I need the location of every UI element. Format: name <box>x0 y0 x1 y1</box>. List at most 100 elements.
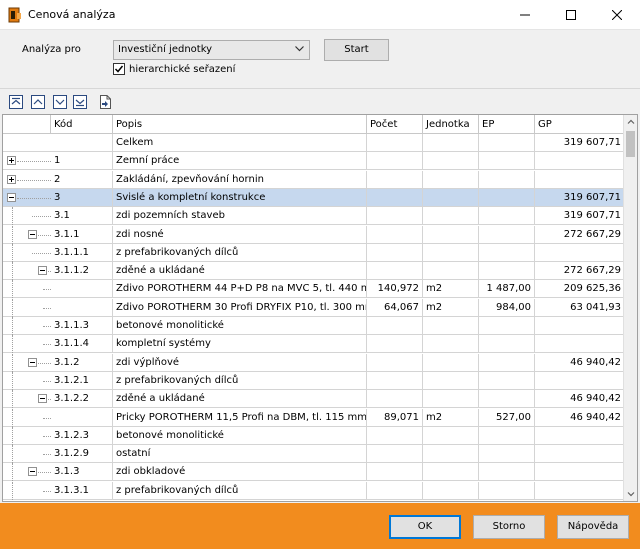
table-row[interactable]: 3.1.2.3 betonové monolitické <box>3 426 625 445</box>
table-row[interactable]: 3.1.2.9 ostatní <box>3 445 625 464</box>
close-button[interactable] <box>594 0 640 30</box>
table-row[interactable]: Pricky POROTHERM 11,5 Profi na DBM, tl. … <box>3 408 625 427</box>
cell-gp <box>535 243 625 262</box>
header-jednotka[interactable]: Jednotka <box>423 115 479 134</box>
header-ep[interactable]: EP <box>479 115 535 134</box>
cell-popis: Svislé a kompletní konstrukce <box>113 188 367 207</box>
maximize-button[interactable] <box>548 0 594 30</box>
collapse-icon[interactable] <box>7 192 16 202</box>
move-first-icon[interactable] <box>8 94 24 110</box>
minimize-button[interactable] <box>502 0 548 30</box>
cell-popis: zdi pozemních staveb <box>113 207 367 226</box>
export-icon[interactable] <box>97 94 113 110</box>
cell-ep <box>479 481 535 500</box>
tree-cell <box>3 171 51 189</box>
vertical-scrollbar[interactable] <box>623 115 637 501</box>
table-row[interactable]: 3.1.3 zdi obkladové <box>3 463 625 482</box>
tree-connector <box>43 490 51 492</box>
cell-pocet <box>367 353 423 372</box>
cell-ep <box>479 463 535 482</box>
collapse-icon[interactable] <box>28 467 37 477</box>
expand-icon[interactable] <box>7 156 16 166</box>
analysis-select[interactable]: Investiční jednotky <box>113 40 310 60</box>
cell-popis: Zdivo POROTHERM 44 P+D P8 na MVC 5, tl. … <box>113 280 367 299</box>
tree-cell <box>3 262 51 281</box>
table-row[interactable]: 3.1 zdi pozemních staveb 319 607,71 <box>3 207 625 226</box>
cell-jednotka <box>423 445 479 464</box>
tree-cell <box>3 207 51 226</box>
collapse-icon[interactable] <box>28 357 37 367</box>
cell-jednotka <box>423 225 479 244</box>
cell-popis: kompletní systémy <box>113 335 367 354</box>
table-row[interactable]: 3.1.3.1 z prefabrikovaných dílců <box>3 481 625 500</box>
tree-connector <box>12 426 13 445</box>
table-row[interactable]: 2 Zakládání, zpevňování hornin <box>3 170 625 189</box>
expand-icon[interactable] <box>7 174 16 184</box>
analysis-grid[interactable]: Kód Popis Počet Jednotka EP GP Celkem 319… <box>2 114 638 502</box>
collapse-icon[interactable] <box>38 394 47 404</box>
table-row[interactable]: Zdivo POROTHERM 30 Profi DRYFIX P10, tl.… <box>3 298 625 317</box>
cell-gp <box>535 445 625 464</box>
table-row[interactable]: 3.1.1.3 betonové monolitické <box>3 317 625 335</box>
chevron-down-icon <box>295 46 304 52</box>
move-up-icon[interactable] <box>30 94 46 110</box>
cell-popis: Zemní práce <box>113 152 367 171</box>
cell-popis: zděné a ukládané <box>113 390 367 409</box>
tree-connector <box>12 317 13 335</box>
table-row[interactable]: 3.1.1 zdi nosné 272 667,29 <box>3 225 625 244</box>
cell-gp <box>535 463 625 482</box>
move-down-icon[interactable] <box>52 94 68 110</box>
tree-cell <box>3 371 51 390</box>
table-row[interactable]: Zdivo POROTHERM 44 P+D P8 na MVC 5, tl. … <box>3 280 625 299</box>
maximize-icon <box>566 10 576 20</box>
hierarchical-checkbox[interactable] <box>113 63 125 75</box>
ok-button[interactable]: OK <box>389 515 461 539</box>
cell-code: 1 <box>51 152 113 171</box>
table-row[interactable]: 3.1.1.4 kompletní systémy <box>3 335 625 354</box>
collapse-icon[interactable] <box>28 229 37 239</box>
table-row[interactable]: 3 Svislé a kompletní konstrukce 319 607,71 <box>3 188 625 207</box>
tree-connector <box>12 390 13 409</box>
header-gp[interactable]: GP <box>535 115 625 134</box>
header-kod[interactable]: Kód <box>51 115 113 134</box>
header-pocet[interactable]: Počet <box>367 115 423 134</box>
table-row[interactable]: 1 Zemní práce <box>3 152 625 171</box>
cell-jednotka: m2 <box>423 408 479 427</box>
cell-jednotka <box>423 243 479 262</box>
cell-code: 3.1.2.3 <box>51 426 113 445</box>
header-popis[interactable]: Popis <box>113 115 367 134</box>
cancel-button[interactable]: Storno <box>473 515 545 539</box>
cell-gp: 46 940,42 <box>535 390 625 409</box>
table-row[interactable]: 3.1.2.2 zděné a ukládané 46 940,42 <box>3 390 625 409</box>
help-button[interactable]: Nápověda <box>557 515 629 539</box>
cell-gp: 319 607,71 <box>535 207 625 226</box>
table-row[interactable]: Celkem 319 607,71 <box>3 134 625 152</box>
tree-cell <box>3 463 51 482</box>
tree-cell <box>3 280 51 299</box>
cell-pocet <box>367 188 423 207</box>
table-row[interactable]: 3.1.1.1 z prefabrikovaných dílců <box>3 243 625 262</box>
cell-jednotka: m2 <box>423 280 479 299</box>
cell-code <box>51 134 113 152</box>
tree-cell <box>3 298 51 317</box>
move-last-icon[interactable] <box>72 94 88 110</box>
tree-connector <box>32 216 51 218</box>
tree-cell <box>3 408 51 427</box>
tree-connector <box>12 243 13 262</box>
scroll-up-icon[interactable] <box>624 115 638 129</box>
cell-jednotka <box>423 335 479 354</box>
cell-popis: z prefabrikovaných dílců <box>113 243 367 262</box>
scroll-down-icon[interactable] <box>624 487 638 501</box>
cell-jednotka <box>423 134 479 152</box>
tree-connector <box>38 472 51 474</box>
cell-ep <box>479 170 535 189</box>
table-row[interactable]: 3.1.2 zdi výplňové 46 940,42 <box>3 353 625 372</box>
collapse-icon[interactable] <box>38 266 47 276</box>
scrollbar-thumb[interactable] <box>626 131 635 157</box>
start-button[interactable]: Start <box>324 39 389 61</box>
table-row[interactable]: 3.1.2.1 z prefabrikovaných dílců <box>3 371 625 390</box>
analysis-select-value: Investiční jednotky <box>118 44 213 55</box>
cell-popis: z prefabrikovaných dílců <box>113 481 367 500</box>
cell-code: 2 <box>51 170 113 189</box>
table-row[interactable]: 3.1.1.2 zděné a ukládané 272 667,29 <box>3 262 625 281</box>
